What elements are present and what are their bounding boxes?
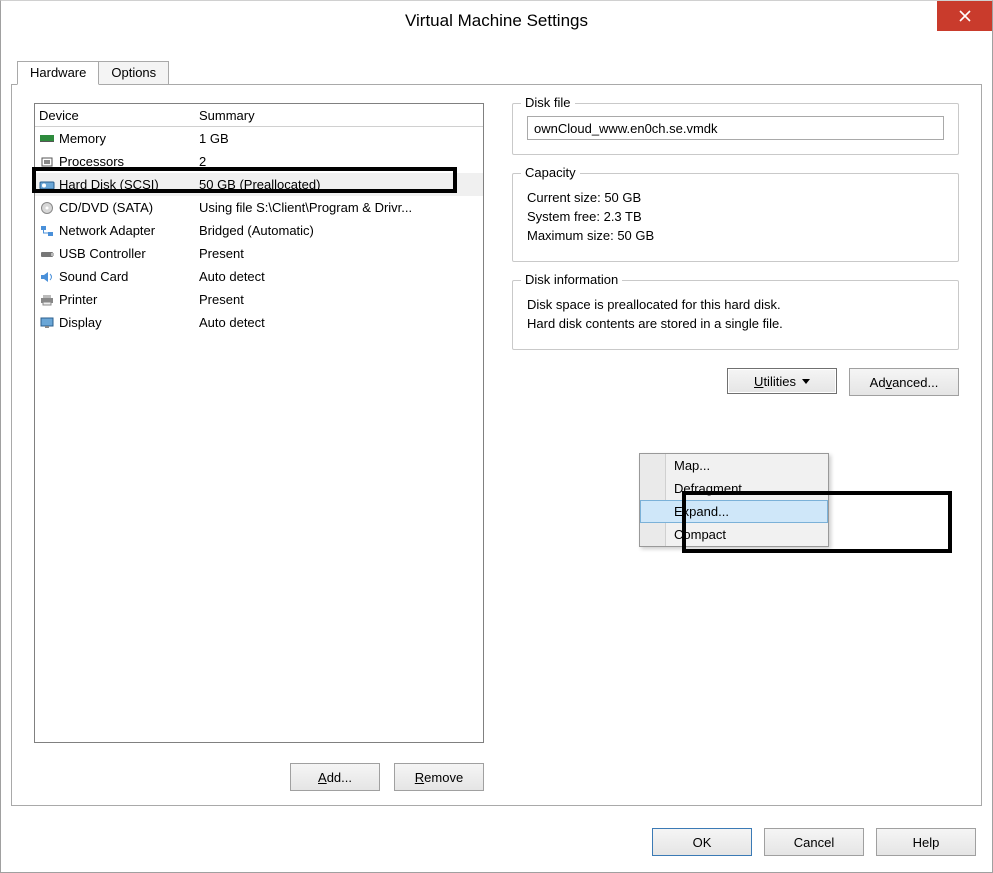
printer-icon xyxy=(39,293,55,307)
left-pane: Device Summary Memory 1 GB Processors 2 … xyxy=(34,103,484,743)
device-name: Network Adapter xyxy=(59,223,155,238)
cancel-button[interactable]: Cancel xyxy=(764,828,864,856)
device-row-processors[interactable]: Processors 2 xyxy=(35,150,483,173)
device-summary: Present xyxy=(199,246,483,261)
col-header-summary[interactable]: Summary xyxy=(199,108,483,123)
memory-icon xyxy=(39,132,55,146)
network-icon xyxy=(39,224,55,238)
tab-hardware[interactable]: Hardware xyxy=(17,61,99,85)
col-header-device[interactable]: Device xyxy=(39,108,199,123)
dialog-footer: OK Cancel Help xyxy=(652,828,976,856)
cd-icon xyxy=(39,201,55,215)
device-row-network[interactable]: Network Adapter Bridged (Automatic) xyxy=(35,219,483,242)
system-free-value: 2.3 TB xyxy=(604,209,642,224)
device-row-sound[interactable]: Sound Card Auto detect xyxy=(35,265,483,288)
window-title: Virtual Machine Settings xyxy=(405,11,588,31)
device-name: Processors xyxy=(59,154,124,169)
menu-item-compact[interactable]: Compact xyxy=(640,523,828,546)
device-summary: Present xyxy=(199,292,483,307)
tab-options[interactable]: Options xyxy=(98,61,169,84)
menu-item-map[interactable]: Map... xyxy=(640,454,828,477)
disk-actions: Utilities Advanced... xyxy=(512,368,959,396)
help-button[interactable]: Help xyxy=(876,828,976,856)
group-title-diskfile: Disk file xyxy=(521,95,575,110)
group-diskfile: Disk file xyxy=(512,103,959,155)
device-list-header: Device Summary xyxy=(35,104,483,127)
right-pane: Disk file Capacity Current size: 50 GB S… xyxy=(512,103,959,743)
system-free-label: System free: xyxy=(527,209,600,224)
device-summary: Auto detect xyxy=(199,269,483,284)
tabpanel-hardware: Device Summary Memory 1 GB Processors 2 … xyxy=(11,84,982,806)
disk-info-line2: Hard disk contents are stored in a singl… xyxy=(527,316,944,331)
menu-item-defragment[interactable]: Defragment xyxy=(640,477,828,500)
disk-file-input[interactable] xyxy=(527,116,944,140)
utilities-button[interactable]: Utilities xyxy=(727,368,837,394)
device-name: Printer xyxy=(59,292,97,307)
ok-button[interactable]: OK xyxy=(652,828,752,856)
device-name: USB Controller xyxy=(59,246,146,261)
device-row-printer[interactable]: Printer Present xyxy=(35,288,483,311)
device-row-memory[interactable]: Memory 1 GB xyxy=(35,127,483,150)
utilities-menu: Map... Defragment Expand... Compact xyxy=(639,453,829,547)
disk-info-line1: Disk space is preallocated for this hard… xyxy=(527,297,944,312)
device-row-cddvd[interactable]: CD/DVD (SATA) Using file S:\Client\Progr… xyxy=(35,196,483,219)
device-buttons: Add... Remove xyxy=(34,763,484,791)
harddisk-icon xyxy=(39,178,55,192)
device-summary: 1 GB xyxy=(199,131,483,146)
advanced-button[interactable]: Advanced... xyxy=(849,368,959,396)
device-row-usb[interactable]: USB Controller Present xyxy=(35,242,483,265)
sound-icon xyxy=(39,270,55,284)
vm-settings-window: Virtual Machine Settings Hardware Option… xyxy=(0,0,993,873)
device-summary: 2 xyxy=(199,154,483,169)
cpu-icon xyxy=(39,155,55,169)
display-icon xyxy=(39,316,55,330)
remove-button[interactable]: Remove xyxy=(394,763,484,791)
menu-item-expand[interactable]: Expand... xyxy=(640,500,828,523)
device-summary: 50 GB (Preallocated) xyxy=(199,177,483,192)
tabstrip: Hardware Options xyxy=(17,61,168,84)
max-size-value: 50 GB xyxy=(617,228,654,243)
device-summary: Bridged (Automatic) xyxy=(199,223,483,238)
usb-icon xyxy=(39,247,55,261)
device-name: Hard Disk (SCSI) xyxy=(59,177,159,192)
device-summary: Auto detect xyxy=(199,315,483,330)
close-button[interactable] xyxy=(937,1,992,31)
device-summary: Using file S:\Client\Program & Drivr... xyxy=(199,200,483,215)
current-size-value: 50 GB xyxy=(604,190,641,205)
device-row-display[interactable]: Display Auto detect xyxy=(35,311,483,334)
add-button[interactable]: Add... xyxy=(290,763,380,791)
close-icon xyxy=(959,10,971,22)
max-size-label: Maximum size: xyxy=(527,228,614,243)
device-list[interactable]: Device Summary Memory 1 GB Processors 2 … xyxy=(34,103,484,743)
chevron-down-icon xyxy=(802,379,810,384)
group-title-diskinfo: Disk information xyxy=(521,272,622,287)
group-diskinfo: Disk information Disk space is prealloca… xyxy=(512,280,959,350)
device-name: Sound Card xyxy=(59,269,128,284)
device-name: Memory xyxy=(59,131,106,146)
titlebar: Virtual Machine Settings xyxy=(1,1,992,41)
device-name: Display xyxy=(59,315,102,330)
group-title-capacity: Capacity xyxy=(521,165,580,180)
current-size-label: Current size: xyxy=(527,190,601,205)
device-row-harddisk[interactable]: Hard Disk (SCSI) 50 GB (Preallocated) xyxy=(35,173,483,196)
group-capacity: Capacity Current size: 50 GB System free… xyxy=(512,173,959,262)
device-name: CD/DVD (SATA) xyxy=(59,200,153,215)
